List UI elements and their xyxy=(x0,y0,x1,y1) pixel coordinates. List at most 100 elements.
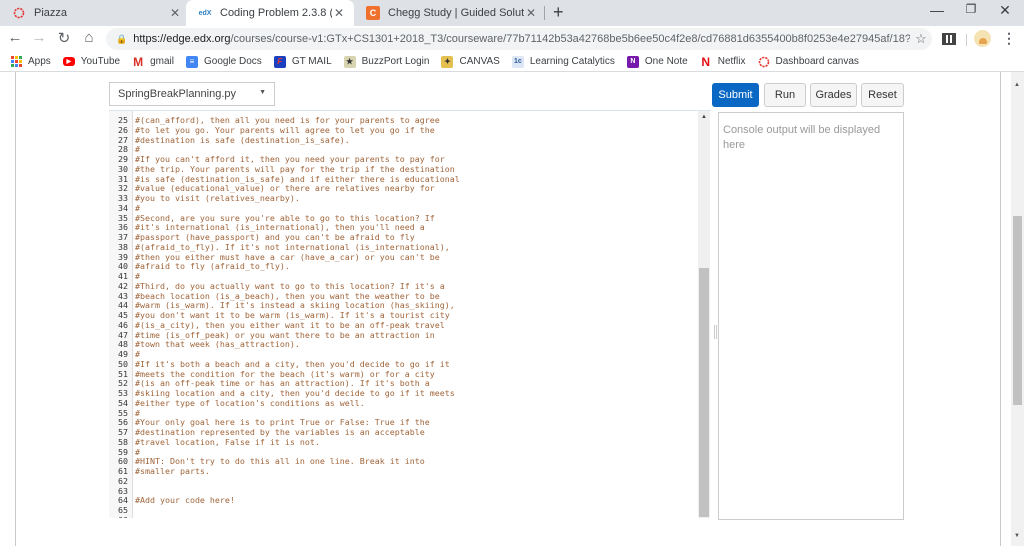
code-line[interactable]: 61 #smaller parts. xyxy=(109,466,460,477)
reset-button[interactable]: Reset xyxy=(861,83,904,107)
code-text: #afraid to fly (afraid_to_fly). xyxy=(135,261,290,272)
grades-button[interactable]: Grades xyxy=(810,83,857,107)
code-content[interactable]: 25 #(can_afford), then all you need is fo… xyxy=(109,115,460,518)
url-host: https://edge.edx.org xyxy=(133,33,231,45)
tab-coding-problem[interactable]: edX Coding Problem 2.3.8 (Advanced ✕ xyxy=(186,0,354,26)
code-line[interactable]: 62 xyxy=(109,476,460,487)
back-button[interactable]: ← xyxy=(6,29,24,46)
bookmark-youtube[interactable]: ▶ YouTube xyxy=(62,56,121,67)
editor-scrollbar[interactable]: ▲ xyxy=(698,111,710,518)
url-text: https://edge.edx.org/courses/course-v1:G… xyxy=(133,33,910,45)
piano-extension-icon[interactable] xyxy=(942,33,956,45)
home-button[interactable]: ⌂ xyxy=(80,29,98,46)
reload-button[interactable]: ↻ xyxy=(55,29,73,47)
tab-title: Chegg Study | Guided Solutions a xyxy=(388,7,524,19)
minimize-button[interactable]: — xyxy=(922,2,952,18)
chevron-down-icon: ▼ xyxy=(259,89,266,96)
code-line[interactable]: 65 xyxy=(109,505,460,516)
bookmark-label: Netflix xyxy=(717,56,746,67)
buzzport-icon: ★ xyxy=(343,55,356,68)
bookmark-label: YouTube xyxy=(80,56,121,67)
bookmark-label: Google Docs xyxy=(204,56,262,67)
content-border-left xyxy=(15,72,16,546)
netflix-icon: N xyxy=(701,54,711,69)
close-icon[interactable]: ✕ xyxy=(524,6,538,20)
gt-mail-icon: F xyxy=(273,55,286,68)
onenote-icon: N xyxy=(626,55,639,68)
code-text: #Add your code here! xyxy=(135,495,235,506)
run-button[interactable]: Run xyxy=(764,83,806,107)
code-text: #town that week (has_attraction). xyxy=(135,339,300,350)
address-bar[interactable]: 🔒 https://edge.edx.org/courses/course-v1… xyxy=(106,28,932,50)
code-text: #destination is safe (destination_is_saf… xyxy=(135,134,350,145)
bookmark-gt-mail[interactable]: F GT MAIL xyxy=(273,55,332,68)
code-line[interactable]: 58 #travel location, False if it is not. xyxy=(109,437,460,448)
tab-separator xyxy=(544,6,545,20)
bookmark-buzzport[interactable]: ★ BuzzPort Login xyxy=(343,55,430,68)
bookmark-label: BuzzPort Login xyxy=(361,56,430,67)
code-line[interactable]: 64 #Add your code here! xyxy=(109,495,460,506)
canvas-icon: ✦ xyxy=(441,55,454,68)
dashboard-canvas-icon xyxy=(758,56,770,68)
bookmark-onenote[interactable]: N One Note xyxy=(626,55,688,68)
bookmarks-bar: Apps ▶ YouTube M gmail ≡ Google Docs F G… xyxy=(0,52,1024,72)
bookmark-canvas[interactable]: ✦ CANVAS xyxy=(441,55,500,68)
tab-piazza[interactable]: Piazza ✕ xyxy=(0,0,190,26)
code-editor[interactable]: 25 #(can_afford), then all you need is fo… xyxy=(109,110,711,518)
scroll-down-icon[interactable]: ▼ xyxy=(1014,533,1020,539)
piazza-icon xyxy=(12,6,26,20)
browser-toolbar: ← → ↻ ⌂ 🔒 https://edge.edx.org/courses/c… xyxy=(0,26,1024,52)
page-content: SpringBreakPlanning.py ▼ Submit Run Grad… xyxy=(0,72,1024,546)
code-line[interactable]: 27 #destination is safe (destination_is_s… xyxy=(109,134,460,146)
code-line[interactable]: 66 xyxy=(109,515,460,518)
page-scrollbar[interactable]: ▲ ▼ xyxy=(1011,72,1024,546)
bookmark-label: gmail xyxy=(150,56,174,67)
close-icon[interactable]: ✕ xyxy=(332,6,346,20)
profile-avatar[interactable] xyxy=(974,30,991,47)
bookmark-label: Learning Catalytics xyxy=(529,56,615,67)
submit-button[interactable]: Submit xyxy=(712,83,759,107)
chegg-icon: C xyxy=(366,6,380,20)
tab-title: Coding Problem 2.3.8 (Advanced xyxy=(220,7,332,19)
code-text: #you to visit (relatives_nearby). xyxy=(135,193,300,203)
close-icon[interactable]: ✕ xyxy=(168,6,182,20)
google-docs-icon: ≡ xyxy=(186,55,198,68)
file-select-dropdown[interactable]: SpringBreakPlanning.py ▼ xyxy=(109,82,275,106)
bookmark-google-docs[interactable]: ≡ Google Docs xyxy=(186,55,262,68)
console-output: Console output will be displayed here xyxy=(718,112,904,520)
code-line[interactable]: 48 #town that week (has_attraction). xyxy=(109,339,460,350)
bookmark-dashboard-canvas[interactable]: Dashboard canvas xyxy=(758,56,859,68)
bookmark-gmail[interactable]: M gmail xyxy=(132,55,174,69)
scroll-up-icon[interactable]: ▲ xyxy=(701,114,707,120)
bookmark-label: One Note xyxy=(644,56,688,67)
restore-button[interactable]: ❐ xyxy=(956,2,986,16)
bookmark-star-icon[interactable]: ☆ xyxy=(910,31,932,47)
file-select-value: SpringBreakPlanning.py xyxy=(118,88,237,100)
scroll-up-icon[interactable]: ▲ xyxy=(1014,82,1020,88)
bookmark-apps[interactable]: Apps xyxy=(10,56,51,68)
tab-chegg[interactable]: C Chegg Study | Guided Solutions a ✕ xyxy=(354,0,546,26)
pane-resize-handle[interactable] xyxy=(714,325,717,339)
bookmark-netflix[interactable]: N Netflix xyxy=(700,54,746,69)
page-scrollbar-thumb[interactable] xyxy=(1013,216,1022,405)
close-window-button[interactable]: ✕ xyxy=(990,2,1020,19)
apps-grid-icon xyxy=(10,56,22,68)
edx-icon: edX xyxy=(198,9,212,17)
bookmark-label: CANVAS xyxy=(459,56,500,67)
forward-button[interactable]: → xyxy=(30,29,48,46)
code-text: #either type of location's conditions as… xyxy=(135,397,365,408)
new-tab-button[interactable]: + xyxy=(553,2,564,23)
lock-icon: 🔒 xyxy=(116,33,128,44)
code-line[interactable]: 54 #either type of location's conditions … xyxy=(109,397,460,409)
bookmark-label: Dashboard canvas xyxy=(775,56,859,67)
content-border-right xyxy=(1000,72,1001,546)
code-line[interactable]: 40 #afraid to fly (afraid_to_fly). xyxy=(109,261,460,272)
toolbar-separator xyxy=(966,34,967,46)
editor-scrollbar-thumb[interactable] xyxy=(699,268,709,517)
bookmark-learning-catalytics[interactable]: 1c Learning Catalytics xyxy=(511,55,615,68)
code-line[interactable]: 33 #you to visit (relatives_nearby). xyxy=(109,193,460,204)
menu-dots-icon[interactable]: ⋮ xyxy=(1002,30,1016,47)
